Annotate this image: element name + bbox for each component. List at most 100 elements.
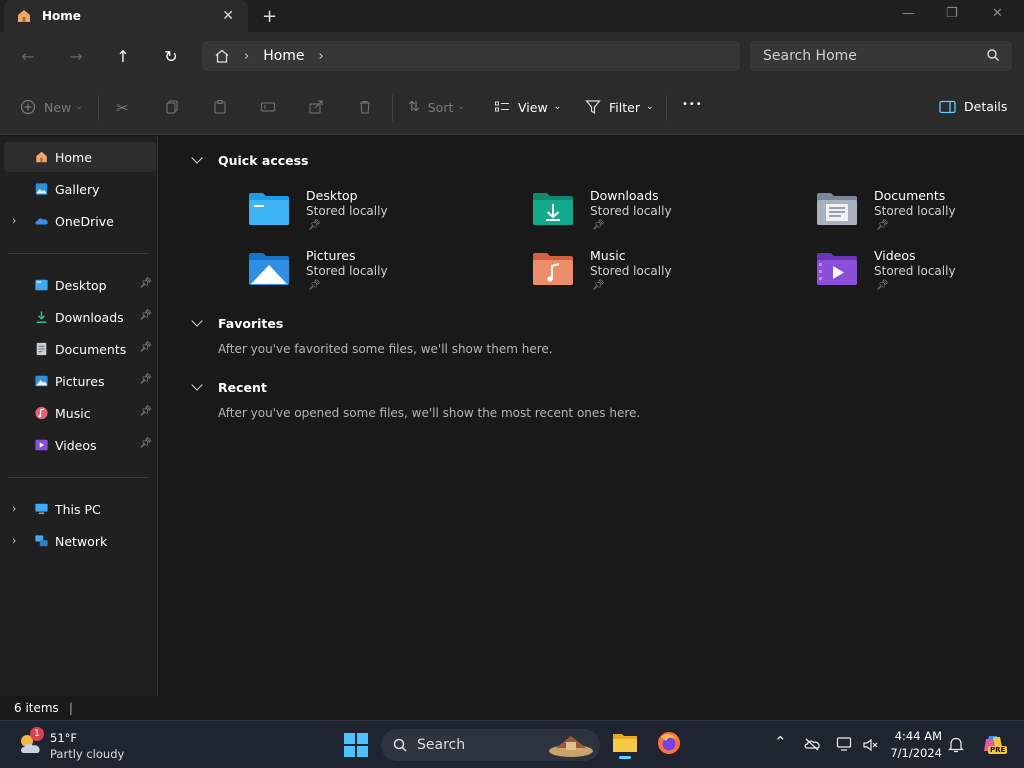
weather-widget[interactable]: 1 51°F Partly cloudy [18, 727, 138, 763]
quick-access-item-videos[interactable]: Videos Stored locally 📌︎ [816, 248, 1024, 304]
sidebar-item-music[interactable]: Music 📌︎ [4, 398, 156, 428]
pictures-icon [35, 375, 48, 387]
tab-home[interactable]: Home ✕ [4, 0, 248, 32]
pin-icon[interactable]: 📌︎ [139, 406, 152, 417]
paste-button[interactable] [212, 99, 228, 115]
item-status: Stored locally [590, 204, 672, 218]
pin-icon[interactable]: 📌︎ [139, 374, 152, 385]
filter-button[interactable]: Filter ⌄ [585, 99, 654, 115]
notification-bell-icon[interactable] [948, 736, 964, 754]
firefox-taskbar-button[interactable] [657, 731, 681, 758]
network-status-icon[interactable] [836, 736, 852, 752]
cut-button[interactable]: ✂ [116, 99, 129, 117]
expand-chevron-icon[interactable]: › [12, 534, 16, 547]
gallery-icon [35, 183, 48, 195]
file-explorer-icon [613, 734, 637, 752]
quick-access-header[interactable]: Quick access [190, 152, 309, 168]
back-button[interactable]: ← [18, 46, 38, 66]
quick-access-item-documents[interactable]: Documents Stored locally 📌︎ [816, 188, 1024, 244]
view-button[interactable]: View ⌄ [494, 99, 561, 115]
clock-date[interactable]: 7/1/2024 [888, 746, 942, 760]
filter-icon [585, 100, 601, 115]
breadcrumb-home[interactable]: Home [263, 48, 304, 64]
videos-folder-icon [817, 253, 857, 285]
favorites-header[interactable]: Favorites [190, 315, 283, 331]
active-indicator [619, 756, 631, 759]
close-tab-icon[interactable]: ✕ [222, 8, 234, 24]
show-hidden-icons-button[interactable]: ⌃ [774, 733, 787, 751]
search-placeholder: Search Home [763, 48, 857, 64]
sidebar-item-documents[interactable]: Documents 📌︎ [4, 334, 156, 364]
sidebar-item-pictures[interactable]: Pictures 📌︎ [4, 366, 156, 396]
pin-icon: 📌︎ [308, 280, 321, 291]
pin-icon[interactable]: 📌︎ [139, 342, 152, 353]
expand-chevron-icon[interactable]: › [12, 502, 16, 515]
up-button[interactable]: ↑ [113, 46, 133, 66]
sidebar-item-videos[interactable]: Videos 📌︎ [4, 430, 156, 460]
sidebar-item-downloads[interactable]: Downloads 📌︎ [4, 302, 156, 332]
weather-temp: 51°F [50, 731, 77, 745]
copy-button[interactable] [164, 99, 180, 115]
volume-muted-icon[interactable] [862, 737, 878, 753]
trash-icon [360, 101, 370, 114]
rename-button[interactable] [260, 99, 276, 115]
collapse-chevron-icon[interactable] [190, 152, 206, 168]
sidebar-item-this-pc[interactable]: › This PC [4, 494, 156, 524]
section-title: Favorites [218, 315, 284, 331]
item-status: Stored locally [306, 264, 388, 278]
details-pane-icon [939, 100, 956, 113]
weather-alert-badge: 1 [30, 727, 44, 741]
pin-icon[interactable]: 📌︎ [139, 438, 152, 449]
sidebar-item-label: Videos [55, 437, 97, 453]
breadcrumb-chevron-icon[interactable]: › [319, 49, 324, 64]
sidebar-item-label: OneDrive [55, 213, 114, 229]
sort-button[interactable]: ⇅ Sort ⌄ [408, 99, 465, 115]
pin-icon[interactable]: 📌︎ [139, 310, 152, 321]
home-outline-icon[interactable] [214, 48, 230, 64]
expand-chevron-icon[interactable]: › [12, 214, 16, 227]
pin-icon: 📌︎ [308, 220, 321, 231]
item-name: Downloads [590, 188, 659, 203]
collapse-chevron-icon[interactable] [190, 315, 206, 331]
more-options-button[interactable]: ••• [682, 99, 703, 110]
forward-button[interactable]: → [66, 46, 86, 66]
breadcrumb[interactable]: › Home › [202, 41, 740, 71]
onedrive-offline-icon[interactable] [804, 736, 820, 752]
sidebar-item-onedrive[interactable]: › OneDrive [4, 206, 156, 236]
close-window-button[interactable]: ✕ [992, 6, 1003, 21]
sidebar-item-desktop[interactable]: Desktop 📌︎ [4, 270, 156, 300]
copilot-button[interactable]: PRE [980, 731, 1008, 757]
breadcrumb-chevron-icon[interactable]: › [244, 49, 249, 64]
taskbar-search[interactable]: Search [381, 729, 600, 761]
item-name: Videos [874, 248, 916, 263]
quick-access-item-downloads[interactable]: Downloads Stored locally 📌︎ [532, 188, 772, 244]
recent-header[interactable]: Recent [190, 379, 267, 395]
share-button[interactable] [308, 99, 324, 115]
view-list-icon [495, 101, 509, 112]
minimize-button[interactable]: — [902, 6, 915, 21]
sidebar-item-gallery[interactable]: Gallery [4, 174, 156, 204]
quick-access-item-pictures[interactable]: Pictures Stored locally 📌︎ [248, 248, 488, 304]
pin-icon[interactable]: 📌︎ [139, 278, 152, 289]
file-explorer-taskbar-button[interactable] [612, 731, 638, 759]
details-pane-button[interactable]: Details [939, 99, 1007, 114]
new-button[interactable]: New ⌄ [20, 99, 83, 115]
quick-access-item-music[interactable]: Music Stored locally 📌︎ [532, 248, 772, 304]
quick-access-item-desktop[interactable]: Desktop Stored locally 📌︎ [248, 188, 488, 244]
clock-time[interactable]: 4:44 AM [894, 729, 942, 743]
refresh-button[interactable]: ↻ [161, 46, 181, 66]
status-bar: 6 items | [0, 696, 1024, 720]
start-button[interactable] [344, 733, 368, 760]
maximize-button[interactable]: ❐ [946, 6, 958, 21]
new-tab-button[interactable]: + [262, 6, 277, 27]
taskbar: 1 51°F Partly cloudy Search ⌃ 4:44 AM 7/… [0, 720, 1024, 768]
delete-button[interactable] [357, 99, 373, 115]
share-icon [309, 100, 323, 114]
chevron-down-icon: ⌄ [457, 102, 465, 112]
videos-icon [35, 439, 48, 451]
pin-icon: 📌︎ [876, 280, 889, 291]
collapse-chevron-icon[interactable] [190, 379, 206, 395]
search-input[interactable]: Search Home [750, 41, 1012, 71]
sidebar-item-home[interactable]: Home [4, 142, 156, 172]
sidebar-item-network[interactable]: › Network [4, 526, 156, 556]
